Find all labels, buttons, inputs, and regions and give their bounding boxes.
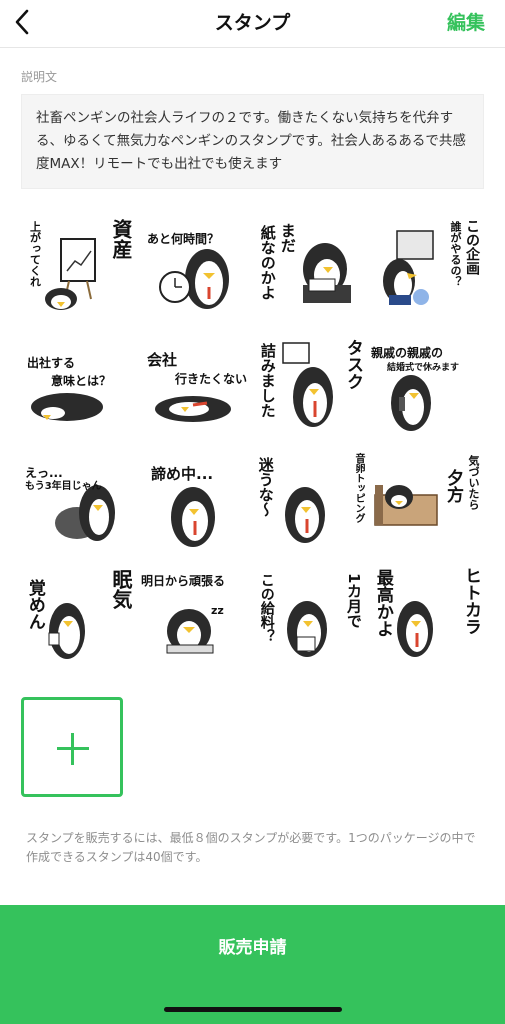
sticker-item[interactable]: 明日から頑張る zz: [137, 555, 253, 671]
sticker-caption: えっ...: [25, 466, 63, 480]
sticker-item[interactable]: 夕方 気づいたら: [369, 439, 485, 555]
sticker-caption: 1カ月で: [345, 573, 363, 629]
sticker-item[interactable]: あと何時間？: [137, 207, 253, 323]
sticker-caption: 迷うな〜: [256, 457, 275, 517]
sticker-item[interactable]: 眠気 覚めん: [21, 555, 137, 671]
sticker-item[interactable]: ヒトカラ 最高かよ: [369, 555, 485, 671]
sticker-item[interactable]: 迷うな〜 音卵トッピング: [253, 439, 369, 555]
sticker-subcaption: 気づいたら: [467, 455, 480, 510]
sticker-subcaption: 覚めん: [24, 579, 45, 630]
sticker-caption: 夕方: [443, 469, 463, 503]
sticker-item[interactable]: 資産 上がってくれ: [21, 207, 137, 323]
sticker-subcaption: 誰がやるの？: [449, 221, 462, 287]
edit-button[interactable]: 編集: [447, 8, 485, 35]
sticker-subcaption: 紙なのかよ: [258, 225, 277, 300]
sticker-caption: 会社: [147, 351, 178, 369]
sticker-caption: まだ: [278, 223, 297, 253]
sticker-subcaption: 音卵トッピング: [353, 453, 364, 523]
submit-for-sale-label: 販売申請: [218, 938, 287, 958]
sticker-caption: 諦め中...: [151, 465, 214, 483]
sticker-caption: 親戚の親戚の: [371, 346, 444, 360]
sticker-item[interactable]: えっ... もう3年目じゃん: [21, 439, 137, 555]
sticker-subcaption: 最高かよ: [372, 569, 393, 637]
sales-requirement-notice: スタンプを販売するには、最低８個のスタンプが必要です。1つのパッケージの中で作成…: [26, 831, 476, 864]
sticker-subcaption: もう3年目じゃん: [25, 481, 102, 492]
sticker-subcaption: 上がってくれ: [28, 221, 42, 287]
sticker-subcaption: 詰みました: [258, 343, 277, 418]
sticker-item[interactable]: 1カ月で この給料？: [253, 555, 369, 671]
sticker-caption: 資産: [109, 219, 133, 259]
sticker-caption: 眠気: [109, 569, 133, 609]
sticker-item[interactable]: 諦め中...: [137, 439, 253, 555]
sticker-caption: この企画: [464, 219, 480, 275]
home-indicator: [164, 1007, 342, 1012]
sticker-caption: ヒトカラ: [461, 567, 481, 635]
sticker-caption: タスク: [343, 339, 363, 390]
add-sticker-button[interactable]: [21, 697, 123, 797]
sticker-subcaption: 結婚式で休みます: [387, 363, 460, 373]
sticker-item[interactable]: 出社する 意味とは？: [21, 323, 137, 439]
sticker-item[interactable]: この企画 誰がやるの？: [369, 207, 485, 323]
page-title: スタンプ: [214, 12, 291, 34]
description-text: 社畜ペンギンの社会人ライフの２です。働きたくない気持ちを代弁する、ゆるくて無気力…: [21, 94, 484, 189]
navigation-bar: スタンプ 編集: [0, 0, 505, 48]
sticker-item[interactable]: 親戚の親戚の 結婚式で休みます: [369, 323, 485, 439]
sticker-item[interactable]: タスク 詰みました: [253, 323, 369, 439]
description-label: 説明文: [21, 70, 58, 84]
sticker-caption: あと何時間？: [147, 232, 220, 246]
sticker-caption: 明日から頑張る: [141, 574, 226, 588]
sticker-caption: 出社する: [27, 356, 76, 370]
sticker-subcaption: 行きたくない: [175, 372, 248, 386]
sticker-item[interactable]: まだ 紙なのかよ: [253, 207, 369, 323]
sticker-subcaption: この給料？: [258, 573, 275, 643]
sticker-subcaption: 意味とは？: [51, 374, 112, 388]
sticker-item[interactable]: 会社 行きたくない: [137, 323, 253, 439]
sticker-subcaption: zz: [211, 604, 224, 617]
sticker-grid: 資産 上がってくれ あと何時間？ まだ 紙なのかよ この企画 誰がやるの？ 出社…: [21, 207, 485, 671]
